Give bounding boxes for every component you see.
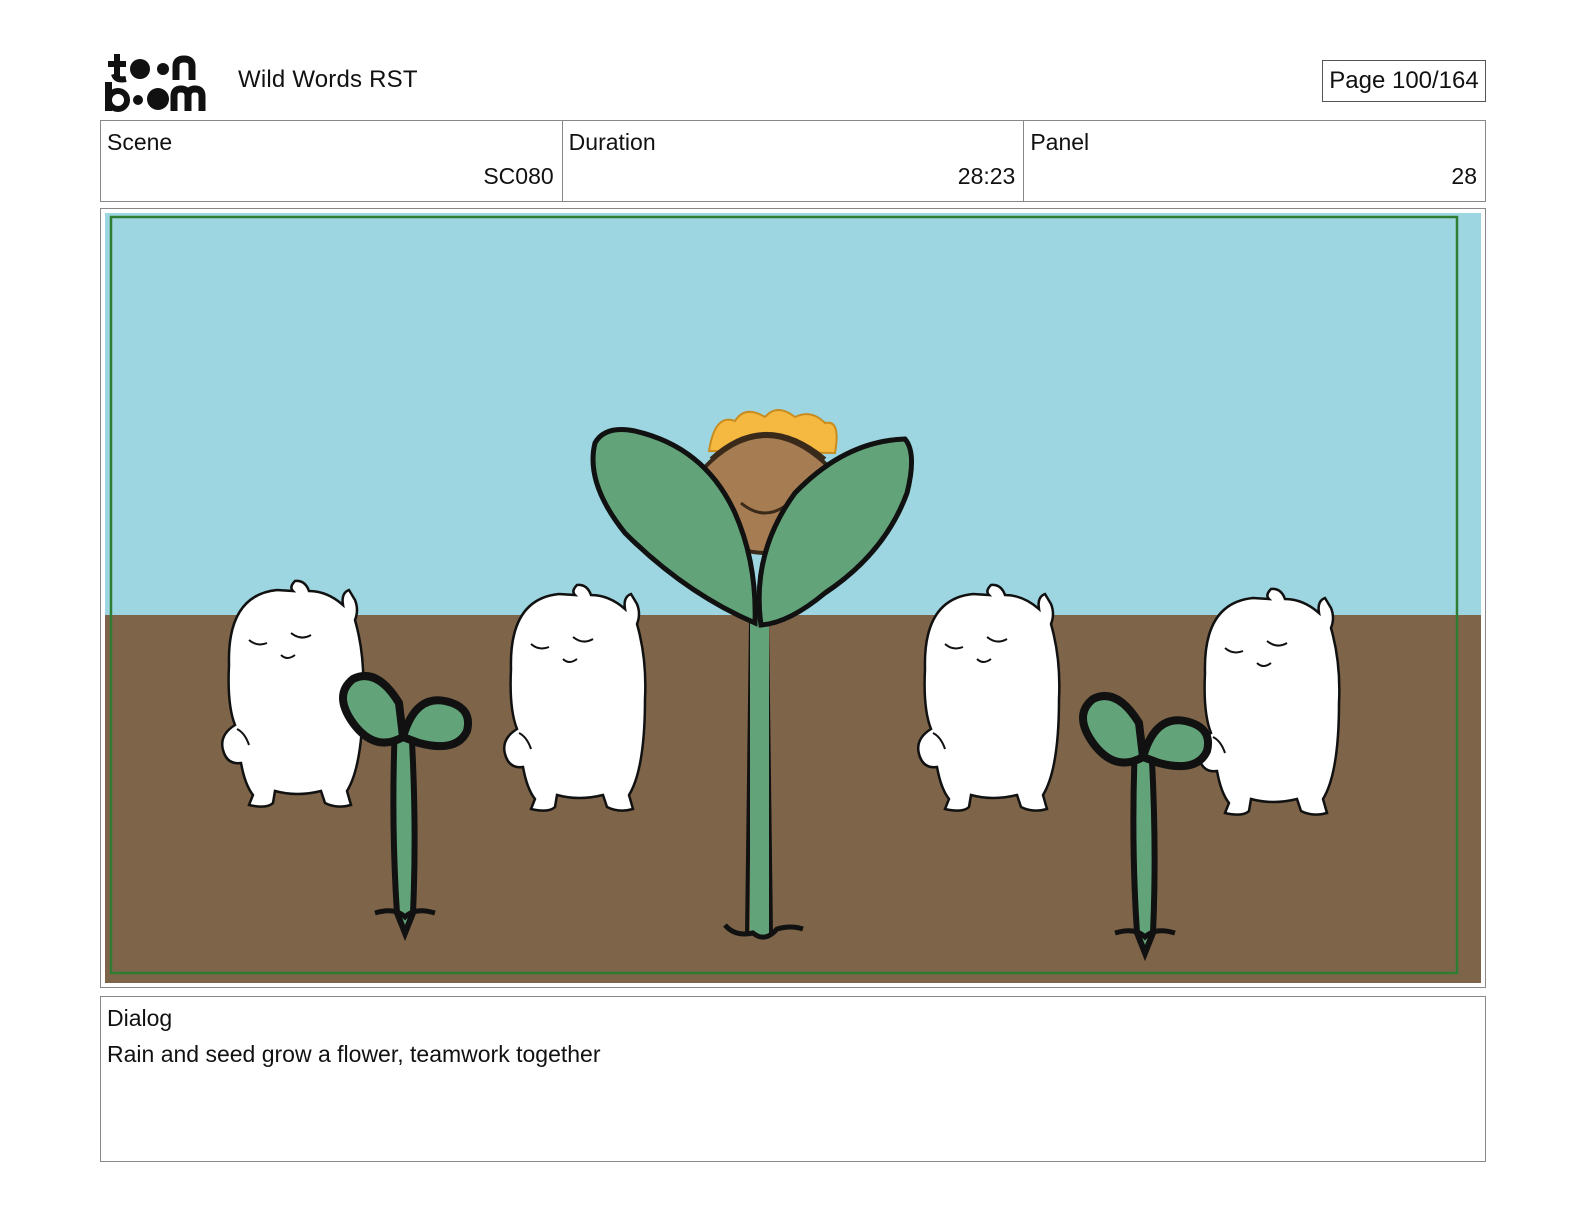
- scene-cell: Scene SC080: [101, 121, 563, 201]
- character-2: [502, 583, 647, 812]
- page-indicator: Page 100/164: [1322, 60, 1486, 102]
- duration-label: Duration: [568, 129, 656, 155]
- scene-value: SC080: [483, 163, 554, 189]
- panel-cell: Panel 28: [1024, 121, 1485, 201]
- storyboard-panel: [100, 208, 1486, 988]
- toon-boom-logo: [105, 54, 206, 112]
- scene-label: Scene: [107, 129, 173, 155]
- character-4: [1196, 587, 1341, 816]
- duration-value: 28:23: [957, 163, 1016, 189]
- document-title: Wild Words RST: [238, 66, 418, 93]
- panel-illustration: [105, 213, 1481, 983]
- panel-label: Panel: [1030, 129, 1090, 155]
- scene-info-table: Scene SC080 Duration 28:23 Panel 28: [100, 120, 1486, 202]
- dialog-box: Dialog Rain and seed grow a flower, team…: [100, 996, 1486, 1162]
- dialog-text: Rain and seed grow a flower, teamwork to…: [107, 1041, 601, 1067]
- character-3: [916, 583, 1061, 812]
- duration-cell: Duration 28:23: [563, 121, 1025, 201]
- dialog-label: Dialog: [107, 1005, 173, 1031]
- panel-value: 28: [1451, 163, 1478, 189]
